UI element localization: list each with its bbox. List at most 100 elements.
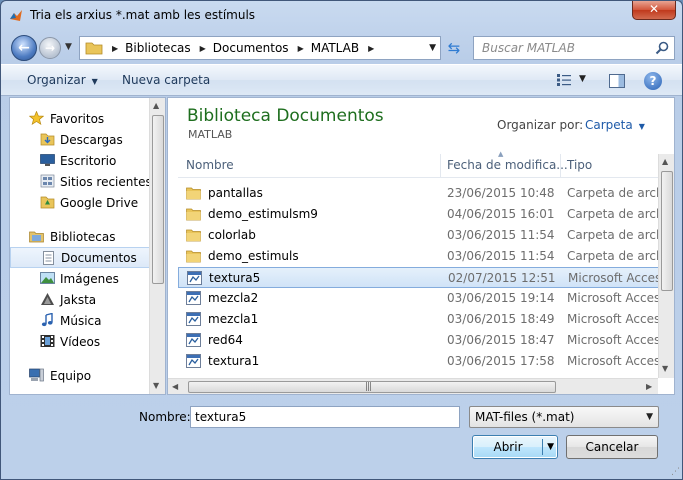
breadcrumb-item-documentos[interactable]: Documentos bbox=[213, 41, 289, 55]
file-date: 23/06/2015 10:48 bbox=[447, 186, 555, 200]
nav-label: Documentos bbox=[61, 250, 137, 265]
nav-item-bibliotecas[interactable]: Bibliotecas bbox=[10, 226, 151, 247]
libraries-icon bbox=[29, 231, 44, 243]
file-date: 03/06/2015 11:54 bbox=[447, 228, 555, 242]
matlab-icon bbox=[10, 10, 22, 21]
arrow-left-icon: ← bbox=[18, 40, 30, 56]
breadcrumb-item-matlab[interactable]: MATLAB bbox=[311, 41, 359, 55]
help-icon[interactable]: ? bbox=[644, 72, 662, 90]
file-type: Carpeta de archivos bbox=[567, 249, 660, 263]
file-name: mezcla1 bbox=[208, 312, 259, 326]
file-row[interactable]: textura1 03/06/2015 17:58 Microsoft Access bbox=[178, 351, 660, 372]
desktop-icon bbox=[40, 154, 55, 166]
arrow-right-icon: → bbox=[44, 41, 56, 55]
close-button[interactable]: ✕ bbox=[632, 1, 676, 20]
arrange-by-label: Organizar por: bbox=[497, 118, 584, 132]
nav-label: Bibliotecas bbox=[50, 229, 116, 244]
view-options-icon[interactable] bbox=[557, 74, 571, 86]
title-bar[interactable]: Tria els arxius *.mat amb les estímuls ✕ bbox=[1, 1, 682, 31]
view-dropdown-icon[interactable]: ▼ bbox=[579, 74, 586, 84]
nav-item-sitios-recientes[interactable]: Sitios recientes bbox=[10, 171, 152, 192]
nav-item-documentos[interactable]: Documentos bbox=[10, 247, 151, 268]
column-header: Nombre ▲ Fecha de modifica... Tipo bbox=[178, 150, 660, 178]
nav-label: Sitios recientes bbox=[60, 174, 152, 189]
scroll-down-icon[interactable]: ▼ bbox=[662, 364, 668, 373]
arrange-by-dropdown[interactable]: Carpeta ▼ bbox=[585, 118, 645, 132]
address-row: ← → ▼ ▶ Bibliotecas ▶ Documentos ▶ MATLA… bbox=[1, 31, 682, 63]
file-open-dialog: Tria els arxius *.mat amb les estímuls ✕… bbox=[0, 0, 683, 480]
scrollbar-thumb[interactable] bbox=[661, 171, 673, 291]
file-date: 04/06/2015 16:01 bbox=[447, 207, 555, 221]
recent-places-icon bbox=[40, 174, 55, 188]
file-row[interactable]: demo_estimulsm9 04/06/2015 16:01 Carpeta d… bbox=[178, 204, 660, 225]
organize-button[interactable]: Organizar ▼ bbox=[27, 73, 98, 87]
mat-file-icon bbox=[187, 271, 202, 285]
search-box[interactable]: Buscar MATLAB bbox=[473, 36, 675, 60]
chevron-right-icon[interactable]: ▶ bbox=[298, 44, 304, 53]
pictures-icon bbox=[40, 272, 55, 284]
scroll-down-icon[interactable]: ▼ bbox=[153, 381, 159, 390]
file-name: demo_estimuls bbox=[208, 249, 299, 263]
scroll-up-icon[interactable]: ▲ bbox=[153, 101, 159, 110]
address-bar[interactable]: ▶ Bibliotecas ▶ Documentos ▶ MATLAB ▶ ▼ bbox=[79, 36, 441, 60]
forward-button[interactable]: → bbox=[39, 37, 61, 59]
mat-file-icon bbox=[186, 291, 201, 305]
cancel-button-label: Cancelar bbox=[585, 440, 639, 454]
address-dropdown-icon[interactable]: ▼ bbox=[429, 43, 436, 53]
file-row[interactable]: pantallas 23/06/2015 10:48 Carpeta de arch… bbox=[178, 183, 660, 204]
column-divider[interactable] bbox=[560, 154, 561, 178]
nav-item-musica[interactable]: Música bbox=[10, 310, 151, 331]
file-row[interactable]: demo_estimuls 03/06/2015 11:54 Carpeta de … bbox=[178, 246, 660, 267]
refresh-button[interactable]: ⇆ bbox=[443, 37, 465, 59]
open-button[interactable]: Abrir ▼ bbox=[472, 435, 558, 459]
nav-item-favoritos[interactable]: Favoritos bbox=[10, 108, 151, 129]
scrollbar-thumb[interactable]: ||| bbox=[188, 381, 556, 393]
nav-item-google-drive[interactable]: Google Drive bbox=[10, 192, 151, 213]
folder-icon bbox=[85, 42, 103, 55]
file-row[interactable]: textura5 02/07/2015 12:51 Microsoft Access bbox=[178, 267, 661, 288]
breadcrumb-item-bibliotecas[interactable]: Bibliotecas bbox=[125, 41, 190, 55]
nav-item-descargas[interactable]: Descargas bbox=[10, 129, 151, 150]
file-row[interactable]: mezcla1 03/06/2015 18:49 Microsoft Access bbox=[178, 309, 660, 330]
mat-file-icon bbox=[186, 312, 201, 326]
open-options-dropdown-icon[interactable]: ▼ bbox=[547, 436, 554, 458]
search-input[interactable]: Buscar MATLAB bbox=[482, 41, 575, 55]
resize-grip-icon[interactable]: ⋰ bbox=[671, 467, 680, 477]
nav-item-imagenes[interactable]: Imágenes bbox=[10, 268, 151, 289]
file-row[interactable]: red64 03/06/2015 18:47 Microsoft Access bbox=[178, 330, 660, 351]
column-divider[interactable] bbox=[440, 154, 441, 178]
history-dropdown-icon[interactable]: ▼ bbox=[65, 42, 72, 52]
new-folder-button[interactable]: Nueva carpeta bbox=[122, 73, 210, 87]
file-type: Carpeta de archivos bbox=[567, 186, 660, 200]
column-name[interactable]: Nombre bbox=[186, 158, 234, 172]
file-list-vertical-scrollbar[interactable]: ▲ ▼ bbox=[658, 154, 674, 378]
nav-item-equipo[interactable]: Equipo bbox=[10, 365, 151, 386]
file-type-select[interactable]: MAT-files (*.mat) ▼ bbox=[469, 406, 659, 428]
file-date: 03/06/2015 11:54 bbox=[447, 249, 555, 263]
file-date: 03/06/2015 17:58 bbox=[447, 354, 555, 368]
cancel-button[interactable]: Cancelar bbox=[566, 435, 658, 459]
chevron-right-icon[interactable]: ▶ bbox=[200, 44, 206, 53]
file-row[interactable]: mezcla2 03/06/2015 19:14 Microsoft Access bbox=[178, 288, 660, 309]
scroll-left-icon[interactable]: ◀ bbox=[172, 382, 178, 391]
file-name-input[interactable]: textura5 bbox=[190, 406, 460, 428]
column-date[interactable]: Fecha de modifica... bbox=[447, 158, 568, 172]
nav-label: Escritorio bbox=[60, 153, 117, 168]
search-icon[interactable] bbox=[655, 41, 669, 55]
file-row[interactable]: colorlab 03/06/2015 11:54 Carpeta de archi… bbox=[178, 225, 660, 246]
column-type[interactable]: Tipo bbox=[567, 158, 592, 172]
chevron-right-icon[interactable]: ▶ bbox=[368, 44, 374, 53]
open-button-label: Abrir bbox=[493, 440, 523, 454]
nav-item-jaksta[interactable]: Jaksta bbox=[10, 289, 151, 310]
nav-label: Equipo bbox=[50, 368, 92, 383]
scrollbar-thumb[interactable] bbox=[152, 115, 164, 284]
scroll-up-icon[interactable]: ▲ bbox=[662, 157, 668, 166]
nav-item-videos[interactable]: Vídeos bbox=[10, 331, 151, 352]
preview-pane-icon[interactable] bbox=[609, 74, 625, 88]
file-list-horizontal-scrollbar[interactable]: ◀ ||| ▶ bbox=[168, 378, 658, 394]
nav-item-escritorio[interactable]: Escritorio bbox=[10, 150, 151, 171]
back-button[interactable]: ← bbox=[11, 35, 37, 61]
nav-label: Música bbox=[60, 313, 102, 328]
navigation-scrollbar[interactable]: ▲ ▼ bbox=[149, 98, 165, 394]
scroll-right-icon[interactable]: ▶ bbox=[646, 382, 652, 391]
